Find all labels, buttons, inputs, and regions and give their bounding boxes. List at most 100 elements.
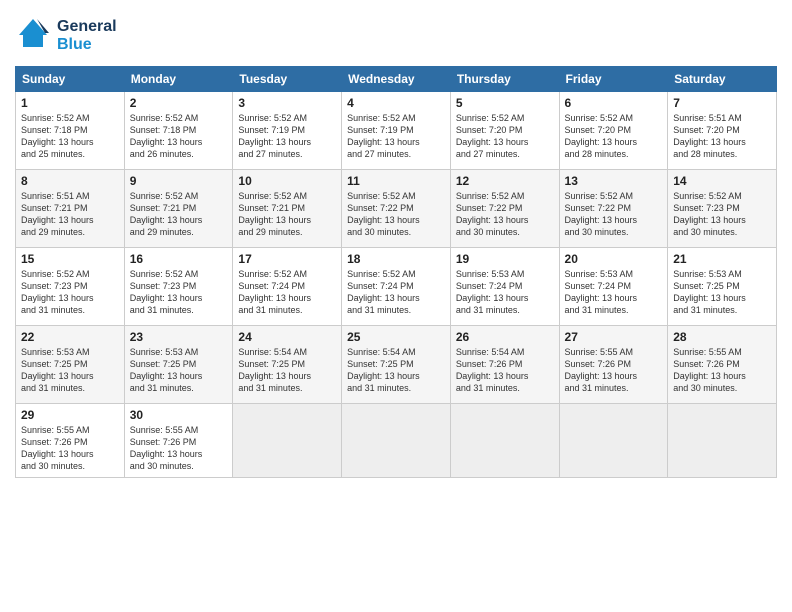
week-row-4: 22 Sunrise: 5:53 AM Sunset: 7:25 PM Dayli… <box>16 326 777 404</box>
calendar-cell: 25 Sunrise: 5:54 AM Sunset: 7:25 PM Dayli… <box>342 326 451 404</box>
day-number: 15 <box>21 252 119 266</box>
weekday-header-row: SundayMondayTuesdayWednesdayThursdayFrid… <box>16 67 777 92</box>
day-info: Sunrise: 5:55 AM Sunset: 7:26 PM Dayligh… <box>21 424 119 473</box>
calendar-cell: 3 Sunrise: 5:52 AM Sunset: 7:19 PM Daylig… <box>233 92 342 170</box>
day-number: 24 <box>238 330 336 344</box>
day-number: 12 <box>456 174 554 188</box>
day-info: Sunrise: 5:52 AM Sunset: 7:19 PM Dayligh… <box>347 112 445 161</box>
day-number: 17 <box>238 252 336 266</box>
day-info: Sunrise: 5:52 AM Sunset: 7:18 PM Dayligh… <box>21 112 119 161</box>
calendar-cell: 15 Sunrise: 5:52 AM Sunset: 7:23 PM Dayli… <box>16 248 125 326</box>
calendar-cell: 21 Sunrise: 5:53 AM Sunset: 7:25 PM Dayli… <box>668 248 777 326</box>
logo-text-blue: Blue <box>57 36 117 54</box>
day-info: Sunrise: 5:52 AM Sunset: 7:21 PM Dayligh… <box>238 190 336 239</box>
day-info: Sunrise: 5:51 AM Sunset: 7:21 PM Dayligh… <box>21 190 119 239</box>
day-number: 6 <box>565 96 663 110</box>
calendar-cell: 29 Sunrise: 5:55 AM Sunset: 7:26 PM Dayli… <box>16 404 125 478</box>
calendar-cell: 17 Sunrise: 5:52 AM Sunset: 7:24 PM Dayli… <box>233 248 342 326</box>
day-info: Sunrise: 5:52 AM Sunset: 7:21 PM Dayligh… <box>130 190 228 239</box>
week-row-1: 1Sunrise: 5:52 AM Sunset: 7:18 PM Daylig… <box>16 92 777 170</box>
calendar-cell: 9Sunrise: 5:52 AM Sunset: 7:21 PM Daylig… <box>124 170 233 248</box>
day-info: Sunrise: 5:53 AM Sunset: 7:25 PM Dayligh… <box>21 346 119 395</box>
day-number: 14 <box>673 174 771 188</box>
calendar-cell: 12Sunrise: 5:52 AM Sunset: 7:22 PM Dayli… <box>450 170 559 248</box>
calendar-cell: 1Sunrise: 5:52 AM Sunset: 7:18 PM Daylig… <box>16 92 125 170</box>
day-info: Sunrise: 5:55 AM Sunset: 7:26 PM Dayligh… <box>673 346 771 395</box>
week-row-5: 29 Sunrise: 5:55 AM Sunset: 7:26 PM Dayli… <box>16 404 777 478</box>
day-number: 2 <box>130 96 228 110</box>
weekday-header-monday: Monday <box>124 67 233 92</box>
day-info: Sunrise: 5:55 AM Sunset: 7:26 PM Dayligh… <box>565 346 663 395</box>
calendar-cell <box>233 404 342 478</box>
weekday-header-saturday: Saturday <box>668 67 777 92</box>
day-info: Sunrise: 5:52 AM Sunset: 7:23 PM Dayligh… <box>130 268 228 317</box>
calendar-cell: 11 Sunrise: 5:52 AM Sunset: 7:22 PM Dayli… <box>342 170 451 248</box>
day-info: Sunrise: 5:52 AM Sunset: 7:22 PM Dayligh… <box>565 190 663 239</box>
day-info: Sunrise: 5:55 AM Sunset: 7:26 PM Dayligh… <box>130 424 228 473</box>
day-info: Sunrise: 5:52 AM Sunset: 7:20 PM Dayligh… <box>565 112 663 161</box>
day-number: 16 <box>130 252 228 266</box>
day-info: Sunrise: 5:52 AM Sunset: 7:19 PM Dayligh… <box>238 112 336 161</box>
day-info: Sunrise: 5:52 AM Sunset: 7:23 PM Dayligh… <box>21 268 119 317</box>
weekday-header-thursday: Thursday <box>450 67 559 92</box>
day-number: 10 <box>238 174 336 188</box>
day-info: Sunrise: 5:51 AM Sunset: 7:20 PM Dayligh… <box>673 112 771 161</box>
weekday-header-sunday: Sunday <box>16 67 125 92</box>
day-number: 4 <box>347 96 445 110</box>
calendar-cell: 26Sunrise: 5:54 AM Sunset: 7:26 PM Dayli… <box>450 326 559 404</box>
calendar-table: SundayMondayTuesdayWednesdayThursdayFrid… <box>15 66 777 478</box>
day-info: Sunrise: 5:54 AM Sunset: 7:26 PM Dayligh… <box>456 346 554 395</box>
calendar-cell: 30Sunrise: 5:55 AM Sunset: 7:26 PM Dayli… <box>124 404 233 478</box>
day-number: 23 <box>130 330 228 344</box>
day-number: 3 <box>238 96 336 110</box>
day-info: Sunrise: 5:52 AM Sunset: 7:20 PM Dayligh… <box>456 112 554 161</box>
weekday-header-wednesday: Wednesday <box>342 67 451 92</box>
calendar-cell: 16 Sunrise: 5:52 AM Sunset: 7:23 PM Dayli… <box>124 248 233 326</box>
day-number: 29 <box>21 408 119 422</box>
day-number: 25 <box>347 330 445 344</box>
calendar-cell: 2 Sunrise: 5:52 AM Sunset: 7:18 PM Daylig… <box>124 92 233 170</box>
day-number: 22 <box>21 330 119 344</box>
calendar-cell: 7 Sunrise: 5:51 AM Sunset: 7:20 PM Daylig… <box>668 92 777 170</box>
day-number: 11 <box>347 174 445 188</box>
week-row-2: 8 Sunrise: 5:51 AM Sunset: 7:21 PM Daylig… <box>16 170 777 248</box>
day-info: Sunrise: 5:52 AM Sunset: 7:24 PM Dayligh… <box>238 268 336 317</box>
logo-text-general: General <box>57 18 117 36</box>
calendar-cell: 4 Sunrise: 5:52 AM Sunset: 7:19 PM Daylig… <box>342 92 451 170</box>
day-number: 7 <box>673 96 771 110</box>
calendar-cell: 18 Sunrise: 5:52 AM Sunset: 7:24 PM Dayli… <box>342 248 451 326</box>
calendar-cell: 23 Sunrise: 5:53 AM Sunset: 7:25 PM Dayli… <box>124 326 233 404</box>
day-info: Sunrise: 5:53 AM Sunset: 7:24 PM Dayligh… <box>565 268 663 317</box>
calendar-cell: 24Sunrise: 5:54 AM Sunset: 7:25 PM Dayli… <box>233 326 342 404</box>
day-number: 20 <box>565 252 663 266</box>
calendar-cell: 14Sunrise: 5:52 AM Sunset: 7:23 PM Dayli… <box>668 170 777 248</box>
day-info: Sunrise: 5:53 AM Sunset: 7:25 PM Dayligh… <box>130 346 228 395</box>
calendar-cell <box>450 404 559 478</box>
day-info: Sunrise: 5:53 AM Sunset: 7:24 PM Dayligh… <box>456 268 554 317</box>
day-number: 21 <box>673 252 771 266</box>
day-number: 18 <box>347 252 445 266</box>
header: General Blue <box>15 15 777 56</box>
calendar-cell: 20 Sunrise: 5:53 AM Sunset: 7:24 PM Dayli… <box>559 248 668 326</box>
calendar-cell: 5Sunrise: 5:52 AM Sunset: 7:20 PM Daylig… <box>450 92 559 170</box>
day-info: Sunrise: 5:52 AM Sunset: 7:24 PM Dayligh… <box>347 268 445 317</box>
weekday-header-tuesday: Tuesday <box>233 67 342 92</box>
calendar-cell: 8 Sunrise: 5:51 AM Sunset: 7:21 PM Daylig… <box>16 170 125 248</box>
day-info: Sunrise: 5:52 AM Sunset: 7:18 PM Dayligh… <box>130 112 228 161</box>
calendar-cell: 28 Sunrise: 5:55 AM Sunset: 7:26 PM Dayli… <box>668 326 777 404</box>
calendar-cell: 19Sunrise: 5:53 AM Sunset: 7:24 PM Dayli… <box>450 248 559 326</box>
weekday-header-friday: Friday <box>559 67 668 92</box>
calendar-cell <box>342 404 451 478</box>
day-number: 27 <box>565 330 663 344</box>
day-info: Sunrise: 5:53 AM Sunset: 7:25 PM Dayligh… <box>673 268 771 317</box>
logo: General Blue <box>15 15 117 56</box>
calendar-cell <box>559 404 668 478</box>
calendar-cell: 13 Sunrise: 5:52 AM Sunset: 7:22 PM Dayli… <box>559 170 668 248</box>
day-info: Sunrise: 5:52 AM Sunset: 7:22 PM Dayligh… <box>347 190 445 239</box>
day-number: 28 <box>673 330 771 344</box>
day-info: Sunrise: 5:54 AM Sunset: 7:25 PM Dayligh… <box>347 346 445 395</box>
day-number: 8 <box>21 174 119 188</box>
day-number: 13 <box>565 174 663 188</box>
week-row-3: 15 Sunrise: 5:52 AM Sunset: 7:23 PM Dayli… <box>16 248 777 326</box>
calendar-container: General Blue SundayMondayTuesdayWednesda… <box>0 0 792 612</box>
